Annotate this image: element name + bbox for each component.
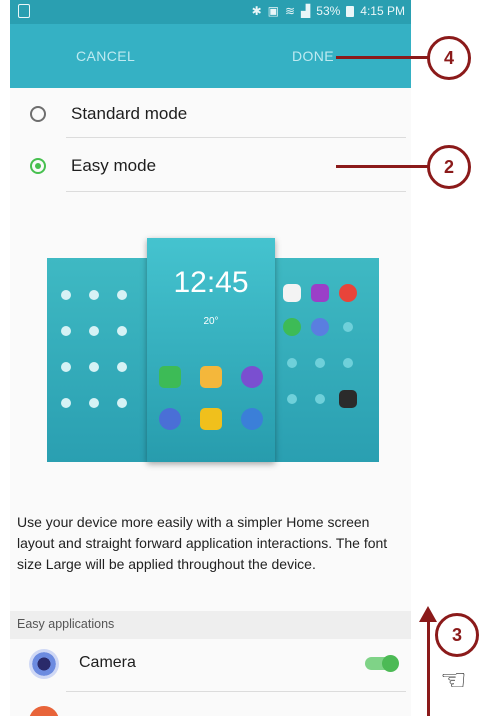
standard-mode-option[interactable]: Standard mode [10,88,411,144]
mode-description: Use your device more easily with a simpl… [17,514,388,572]
add-icon [287,394,297,404]
contact-icon [61,398,71,408]
section-header: Easy applications [10,611,411,639]
signal-icon: ▟ [301,4,311,18]
phone-screen: ✱ ▣ ≋ ▟ 53% 4:15 PM CANCEL DONE Standard… [10,0,411,716]
annotation-line-2 [336,165,428,168]
add-icon [343,358,353,368]
contact-icon [89,290,99,300]
wifi-icon: ≋ [284,4,296,18]
contact-icon [89,398,99,408]
battery-percent: 53% [316,4,341,18]
standard-mode-radio[interactable] [30,106,46,122]
status-icons: ✱ ▣ ≋ ▟ 53% 4:15 PM [252,4,405,18]
chat-icon [283,318,301,336]
phone-app-icon [159,366,181,388]
gallery-notification-icon [18,4,30,18]
divider [66,191,406,192]
music-app-icon [241,408,263,430]
contact-icon [117,326,127,336]
app-name: Camera [79,654,136,671]
bluetooth-icon: ✱ [251,4,262,18]
contact-icon [61,290,71,300]
app-icon [29,706,59,716]
easy-mode-preview-image: 12:45 20° [47,238,379,462]
preview-center-screen: 12:45 20° [147,238,275,462]
preview-left-screen [47,258,152,462]
divider [66,137,406,138]
status-bar: ✱ ▣ ≋ ▟ 53% 4:15 PM [10,0,411,24]
add-icon [315,394,325,404]
divider [66,691,406,692]
app-row-camera[interactable]: Camera ON [10,639,411,689]
gallery-app-icon [200,408,222,430]
add-icon [287,358,297,368]
toggle-knob [382,655,399,672]
email-app-icon [200,366,222,388]
annotation-line-3 [427,620,430,716]
contact-icon [89,362,99,372]
standard-mode-label: Standard mode [71,104,188,123]
record-icon [339,284,357,302]
annotation-callout-2: 2 [427,145,471,189]
section-header-label: Easy applications [17,617,115,631]
done-button[interactable]: DONE [292,48,334,64]
swipe-hand-icon: ☜ [440,664,467,697]
apps-grid-icon [339,390,357,408]
easy-mode-radio[interactable] [30,158,46,174]
add-icon [343,322,353,332]
annotation-callout-4: 4 [427,36,471,80]
easy-mode-option[interactable]: Easy mode [10,140,411,196]
contact-icon [117,398,127,408]
preview-right-screen [275,258,379,462]
nfc-icon: ▣ [267,4,279,18]
camera-app-icon [159,408,181,430]
cancel-button[interactable]: CANCEL [76,48,135,64]
status-time: 4:15 PM [360,4,405,18]
battery-icon [346,5,355,17]
browser-app-icon [241,366,263,388]
calendar-icon [283,284,301,302]
settings-icon [311,318,329,336]
easy-mode-label: Easy mode [71,156,157,175]
preview-clock: 12:45 [173,266,249,299]
contact-icon [89,326,99,336]
annotation-callout-3: 3 [435,613,479,657]
annotation-line-4 [336,56,428,59]
play-icon [311,284,329,302]
contact-icon [61,362,71,372]
contact-icon [117,290,127,300]
contact-icon [117,362,127,372]
preview-weather: 20° [203,316,219,327]
contact-icon [61,326,71,336]
app-row-next[interactable] [10,700,411,716]
camera-icon [29,649,59,679]
camera-toggle[interactable]: ON [365,655,399,672]
add-icon [315,358,325,368]
